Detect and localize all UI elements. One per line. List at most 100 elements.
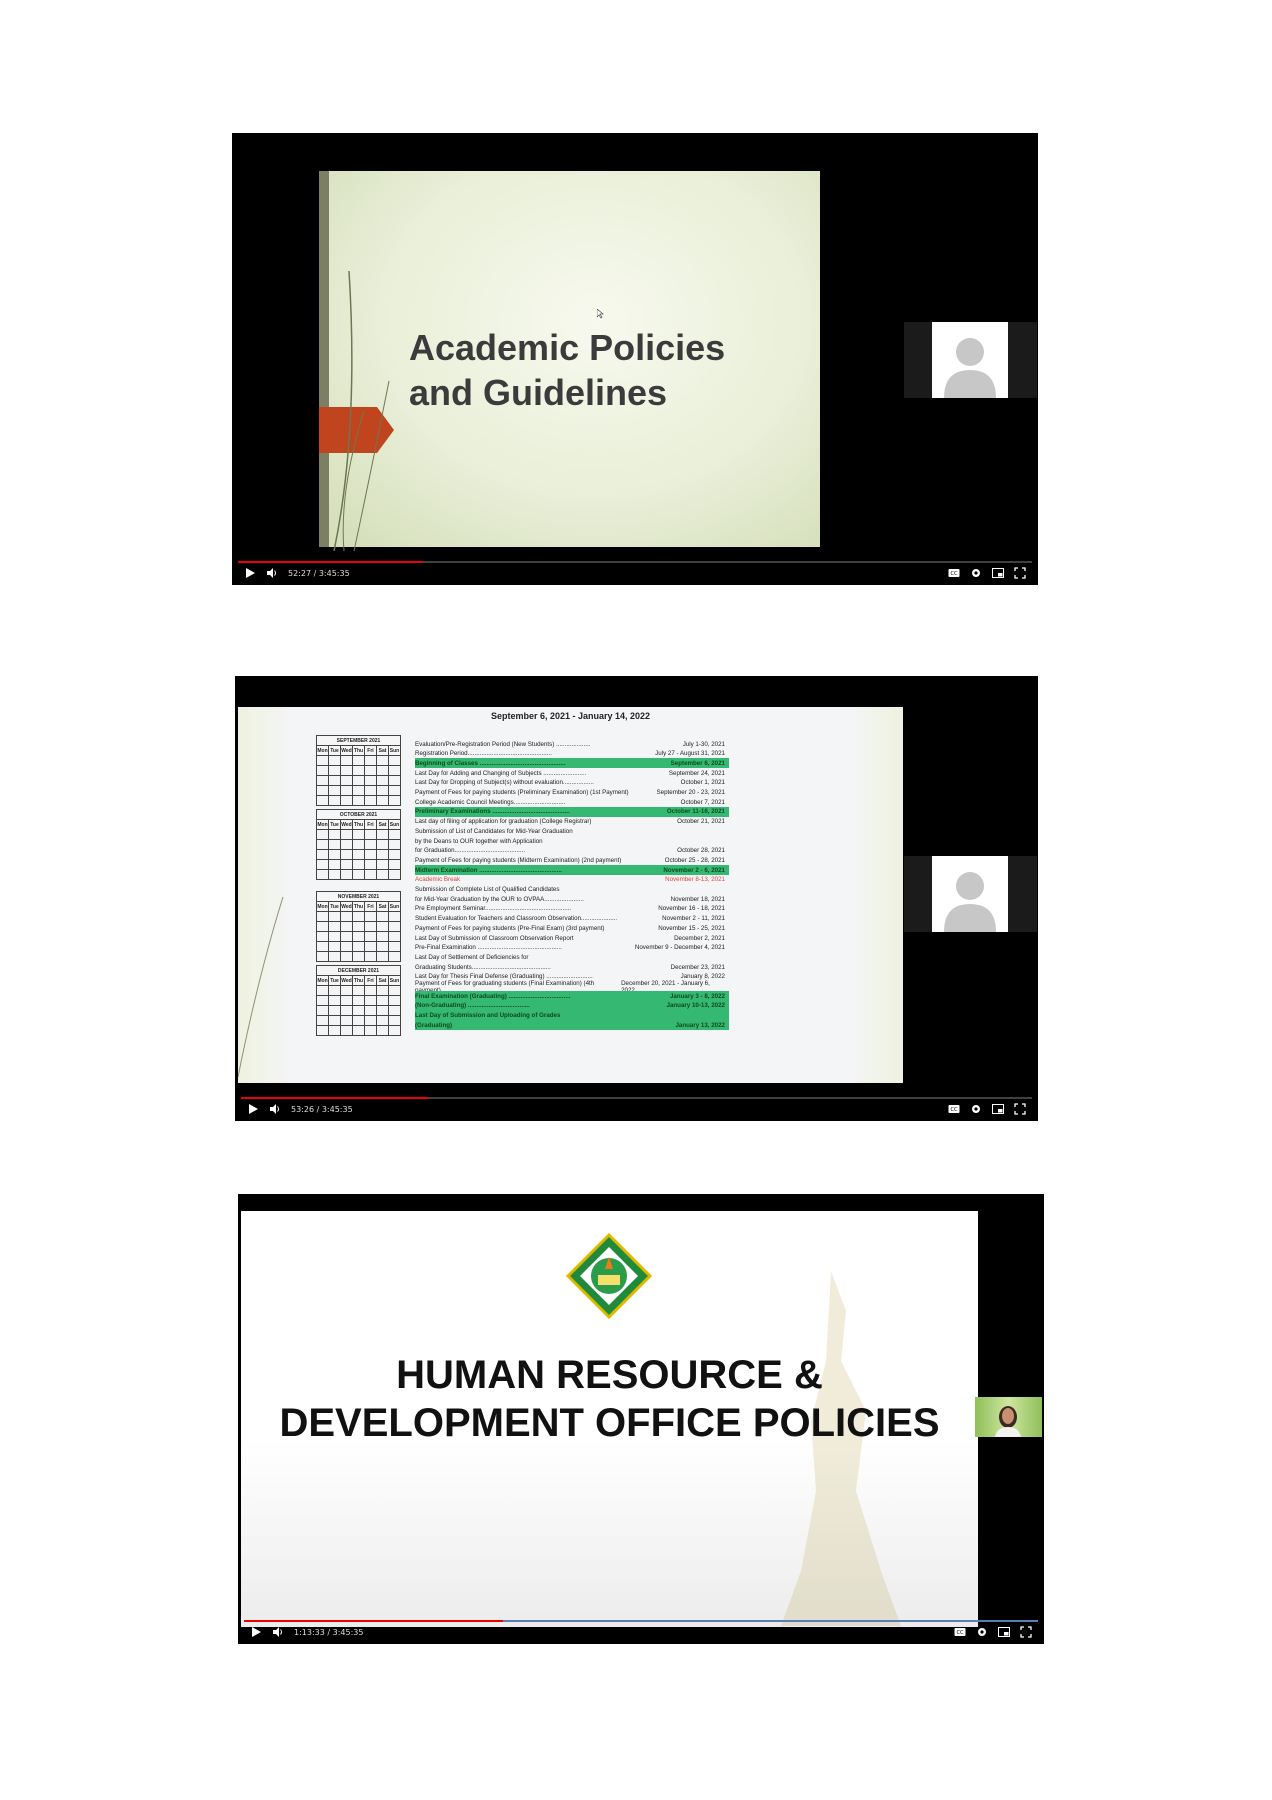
captions-icon[interactable]: CC xyxy=(954,1626,966,1638)
calendar-event: by the Deans to OUR together with Applic… xyxy=(415,836,729,846)
slide-side-bar xyxy=(319,171,329,547)
captions-icon[interactable]: CC xyxy=(948,1103,960,1115)
day-cell xyxy=(340,765,353,776)
calendar-event: Pre-Final Examination ..................… xyxy=(415,943,729,953)
day-cell xyxy=(352,839,365,850)
video-player-2[interactable]: September 6, 2021 - January 14, 2022 SEP… xyxy=(235,676,1038,1121)
weekday-header: Mon xyxy=(316,901,329,912)
event-label: (Non-Graduating) .......................… xyxy=(415,1002,530,1010)
weekday-header: Wed xyxy=(340,745,353,756)
calendar-event: Submission of List of Candidates for Mid… xyxy=(415,826,729,836)
day-cell xyxy=(388,995,401,1006)
miniplayer-icon[interactable] xyxy=(998,1626,1010,1638)
event-date: December 2, 2021 xyxy=(674,934,725,942)
day-cell xyxy=(328,1005,341,1016)
day-cell xyxy=(352,795,365,806)
event-date: November 9 - December 4, 2021 xyxy=(634,944,725,952)
weekday-header: Fri xyxy=(364,745,377,756)
event-date: November 2 - 6, 2021 xyxy=(663,866,725,874)
captions-icon[interactable]: CC xyxy=(948,567,960,579)
participant-video-tile[interactable] xyxy=(975,1397,1042,1437)
weekday-header: Wed xyxy=(340,975,353,986)
volume-icon[interactable] xyxy=(269,1103,281,1115)
day-cell xyxy=(316,931,329,942)
play-icon[interactable] xyxy=(244,567,256,579)
participant-video-tile[interactable] xyxy=(904,856,1037,932)
day-cell xyxy=(328,1025,341,1036)
miniplayer-icon[interactable] xyxy=(992,567,1004,579)
progress-bar[interactable] xyxy=(238,561,1032,563)
participant-video xyxy=(995,1406,1021,1437)
day-cell xyxy=(328,921,341,932)
day-cell xyxy=(340,795,353,806)
day-cell xyxy=(376,1005,389,1016)
day-cell xyxy=(340,985,353,996)
day-cell xyxy=(340,911,353,922)
day-cell xyxy=(328,1015,341,1026)
event-label: Last Day for Adding and Changing of Subj… xyxy=(415,769,587,777)
event-date: January 3 - 8, 2022 xyxy=(669,992,725,1000)
weekday-header: Sat xyxy=(376,745,389,756)
day-cell xyxy=(340,941,353,952)
day-cell xyxy=(316,839,329,850)
day-cell xyxy=(388,911,401,922)
day-cell xyxy=(388,931,401,942)
calendar-event: for Mid-Year Graduation by the OUR to OV… xyxy=(415,894,729,904)
participant-video-tile[interactable] xyxy=(904,322,1037,398)
fullscreen-icon[interactable] xyxy=(1020,1626,1032,1638)
weekday-header: Sun xyxy=(388,745,401,756)
gear-icon[interactable] xyxy=(976,1626,988,1638)
progress-bar[interactable] xyxy=(241,1097,1032,1099)
event-date: October 1, 2021 xyxy=(680,779,725,787)
day-cell xyxy=(340,951,353,962)
calendar-event: Registration Period.....................… xyxy=(415,749,729,759)
day-cell xyxy=(316,869,329,880)
calendar-event: Last Day of Settlement of Deficiencies f… xyxy=(415,952,729,962)
event-date: December 23, 2021 xyxy=(670,963,725,971)
event-date: October 25 - 28, 2021 xyxy=(664,856,725,864)
progress-fill xyxy=(238,561,423,563)
play-icon[interactable] xyxy=(250,1626,262,1638)
calendar-event: College Academic Council Meetings.......… xyxy=(415,797,729,807)
day-cell xyxy=(328,839,341,850)
day-cell xyxy=(364,775,377,786)
day-cell xyxy=(328,931,341,942)
day-cell xyxy=(316,849,329,860)
day-cell xyxy=(352,859,365,870)
fullscreen-icon[interactable] xyxy=(1014,567,1026,579)
day-cell xyxy=(328,849,341,860)
weekday-header: Sun xyxy=(388,819,401,830)
day-cell xyxy=(388,951,401,962)
gear-icon[interactable] xyxy=(970,567,982,579)
event-label: Last Day of Submission of Classroom Obse… xyxy=(415,934,574,942)
day-cell xyxy=(352,869,365,880)
volume-icon[interactable] xyxy=(272,1626,284,1638)
event-label: Beginning of Classes ...................… xyxy=(415,759,566,767)
gear-icon[interactable] xyxy=(970,1103,982,1115)
volume-icon[interactable] xyxy=(266,567,278,579)
mini-calendar: OCTOBER 2021 Mon Tue Wed Thu Fri Sat Sun xyxy=(316,809,401,880)
month-name: OCTOBER 2021 xyxy=(316,809,401,820)
day-cell xyxy=(328,951,341,962)
user-placeholder-icon xyxy=(944,872,996,932)
weekday-header: Sun xyxy=(388,975,401,986)
event-label: Last Day of Submission and Uploading of … xyxy=(415,1012,561,1020)
progress-bar[interactable] xyxy=(244,1620,1038,1622)
day-cell xyxy=(328,785,341,796)
day-cell xyxy=(316,995,329,1006)
video-player-3[interactable]: HUMAN RESOURCE & DEVELOPMENT OFFICE POLI… xyxy=(238,1194,1044,1644)
day-cell xyxy=(388,765,401,776)
miniplayer-icon[interactable] xyxy=(992,1103,1004,1115)
video-player-1[interactable]: Academic Policies and Guidelines 52:27 /… xyxy=(232,133,1038,585)
day-cell xyxy=(364,839,377,850)
fullscreen-icon[interactable] xyxy=(1014,1103,1026,1115)
mini-calendar: DECEMBER 2021 Mon Tue Wed Thu Fri Sat Sun xyxy=(316,965,401,1036)
svg-text:CC: CC xyxy=(951,1107,958,1113)
event-date: September 6, 2021 xyxy=(670,759,725,767)
calendar-event: Graduating Students.....................… xyxy=(415,962,729,972)
calendar-event: for Graduation..........................… xyxy=(415,846,729,856)
player-controls: 1:13:33 / 3:45:35 CC xyxy=(238,1620,1044,1644)
day-cell xyxy=(340,869,353,880)
play-icon[interactable] xyxy=(247,1103,259,1115)
event-label: Payment of Fees for paying students (Pre… xyxy=(415,924,605,932)
